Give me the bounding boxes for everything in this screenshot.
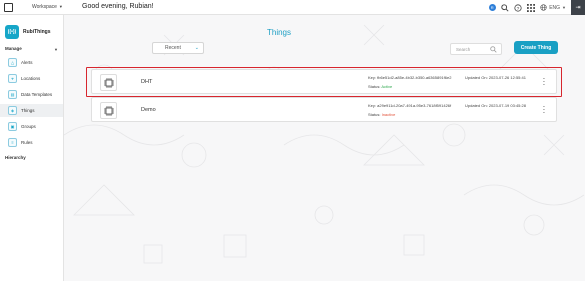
logout-button[interactable]: ⇥ [571, 0, 585, 15]
section-hierarchy-title[interactable]: Hierarchy [5, 155, 26, 160]
language-selector[interactable]: ENG ▼ [540, 4, 566, 11]
create-thing-button[interactable]: Create Thing [514, 41, 558, 54]
user-badge[interactable]: R [488, 4, 496, 12]
thing-updated: Updated On: 2023-07-19 03:45:28 [465, 103, 526, 108]
status-badge: Inactive [381, 112, 396, 117]
sidebar-item-label: Alerts [21, 60, 33, 65]
search-placeholder: Search [456, 46, 471, 52]
svg-text:?: ? [517, 5, 520, 11]
thing-name[interactable]: DHT [141, 79, 152, 85]
brand[interactable]: ((•)) RubiThings [5, 25, 51, 39]
thing-key: Key: fb6e51d2-a85e-4b32-b350-a6365891f6e… [368, 75, 452, 80]
rules-icon: ≡ [8, 138, 17, 147]
sidebar-item-rules[interactable]: ≡ Rules [0, 136, 63, 149]
section-manage-title[interactable]: Manage [5, 46, 22, 51]
sidebar-item-locations[interactable]: ⌖ Locations [0, 72, 63, 85]
sidebar-item-alerts[interactable]: △ Alerts [0, 56, 63, 69]
thing-name[interactable]: Demo [141, 107, 156, 113]
thing-card[interactable]: Demo Key: a29e911d-20a7-491a-95e3-7618f5… [91, 97, 557, 122]
alert-icon: △ [8, 58, 17, 67]
logout-icon: ⇥ [575, 5, 581, 11]
search-input[interactable]: Search [450, 43, 502, 55]
sidebar-item-things[interactable]: ◈ Things [0, 104, 63, 117]
sort-filter-select[interactable]: Recent ⌄ [152, 42, 204, 54]
location-pin-icon: ⌖ [8, 74, 17, 83]
workspace-label: Workspace [32, 4, 57, 10]
chip-icon [100, 102, 117, 119]
thing-updated: Updated On: 2023-07-26 12:55:41 [465, 75, 526, 80]
workspace-selector[interactable]: Workspace ▼ [32, 4, 63, 10]
sidebar-item-label: Groups [21, 124, 36, 129]
language-label: ENG [549, 4, 561, 11]
apps-grid-icon[interactable] [527, 3, 536, 12]
chevron-down-icon: ▼ [562, 5, 566, 10]
chevron-down-icon: ▼ [58, 4, 63, 9]
chevron-down-icon: ⌄ [194, 45, 199, 51]
top-bar: Workspace ▼ Good evening, Rubian! R ? ENG… [0, 0, 585, 15]
more-vertical-icon[interactable]: · · · [542, 103, 546, 117]
search-icon [490, 46, 497, 53]
sidebar-item-groups[interactable]: ▣ Groups [0, 120, 63, 133]
chip-icon [100, 74, 117, 91]
page-title: Things [266, 28, 291, 37]
groups-icon: ▣ [8, 122, 17, 131]
sidebar-item-label: Locations [21, 76, 41, 81]
chip-icon: ◈ [8, 106, 17, 115]
thing-status: Status: Inactive [368, 112, 396, 117]
main-content: Things Recent ⌄ Search Create Thing DHT … [64, 15, 585, 281]
thing-status: Status: Active [368, 84, 393, 89]
app-logo-icon[interactable] [4, 3, 13, 12]
greeting-text: Good evening, Rubian! [82, 3, 154, 10]
more-vertical-icon[interactable]: · · · [542, 75, 546, 89]
brand-name: RubiThings [23, 29, 51, 35]
status-badge: Active [381, 84, 393, 89]
background-pattern [64, 24, 585, 264]
sidebar-item-label: Rules [21, 140, 33, 145]
sidebar-item-label: Data Templates [21, 92, 53, 97]
globe-icon [540, 4, 547, 11]
template-icon: ▤ [8, 90, 17, 99]
help-icon[interactable]: ? [514, 3, 522, 12]
chevron-down-icon[interactable]: ▼ [54, 47, 58, 52]
sort-filter-value: Recent [165, 45, 181, 51]
search-icon[interactable] [501, 3, 509, 12]
thing-key: Key: a29e911d-20a7-491a-95e3-7618f591426… [368, 103, 452, 108]
sidebar-item-label: Things [21, 108, 35, 113]
thing-card[interactable]: DHT Key: fb6e51d2-a85e-4b32-b350-a636589… [91, 69, 557, 94]
sidebar-item-data-templates[interactable]: ▤ Data Templates [0, 88, 63, 101]
brand-logo-icon: ((•)) [5, 25, 19, 39]
sidebar: ((•)) RubiThings Manage ▼ △ Alerts ⌖ Loc… [0, 15, 64, 281]
